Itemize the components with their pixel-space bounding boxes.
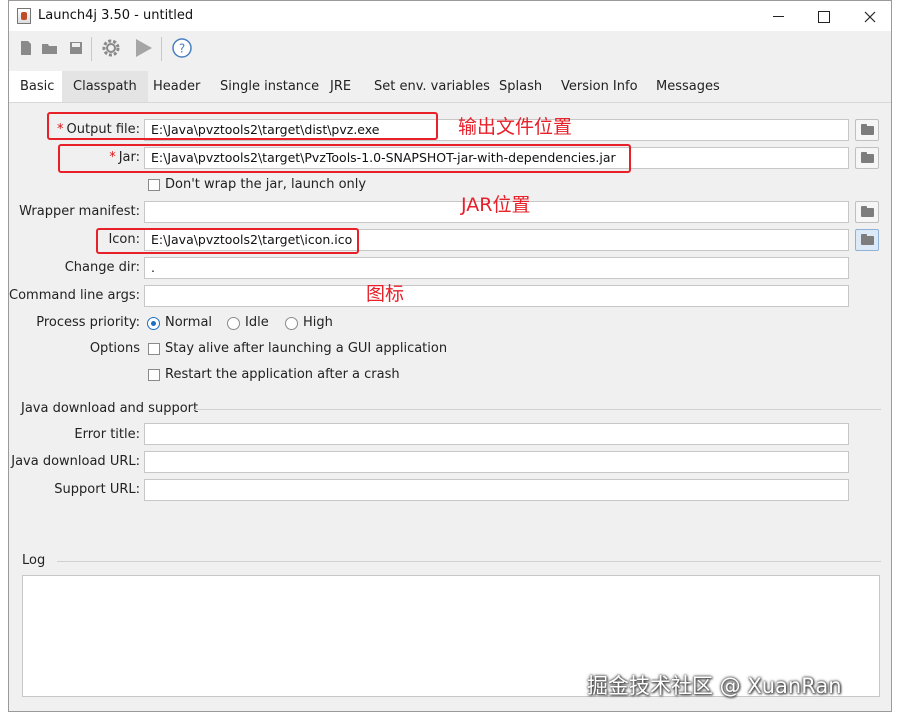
restart-label: Restart the application after a crash <box>165 367 400 382</box>
folder-icon <box>861 124 874 135</box>
priority-high-label: High <box>303 315 333 330</box>
java-app-icon <box>17 8 31 24</box>
tab-set-env-variables[interactable]: Set env. variables <box>363 71 501 102</box>
annotation-icon: 图标 <box>366 283 405 305</box>
java-download-url-field[interactable] <box>144 451 849 473</box>
annotation-output-position: 输出文件位置 <box>458 116 573 138</box>
process-priority-label: Process priority: <box>36 315 140 330</box>
annotation-box-jar <box>58 144 631 173</box>
change-dir-field[interactable]: . <box>144 257 849 279</box>
open-folder-icon <box>42 44 57 54</box>
error-title-label: Error title: <box>74 427 140 442</box>
priority-idle-label: Idle <box>245 315 269 330</box>
window-title: Launch4j 3.50 - untitled <box>38 8 194 23</box>
cmd-args-label: Command line args: <box>9 288 141 303</box>
stay-alive-label: Stay alive after launching a GUI applica… <box>165 341 448 356</box>
save-icon <box>70 42 82 54</box>
toolbar-separator <box>161 37 162 61</box>
output-file-browse-button[interactable] <box>855 119 879 141</box>
dont-wrap-checkbox[interactable] <box>148 179 160 191</box>
wrapper-manifest-browse-button[interactable] <box>855 201 879 223</box>
close-button[interactable] <box>847 1 893 31</box>
annotation-jar-position: JAR位置 <box>461 194 531 216</box>
open-button[interactable] <box>39 37 61 59</box>
settings-gear-icon <box>102 39 120 57</box>
section-divider <box>193 409 881 410</box>
tab-version-info[interactable]: Version Info <box>550 71 649 102</box>
help-icon: ? <box>172 38 192 58</box>
help-button[interactable]: ? <box>171 37 193 59</box>
java-download-url-label: Java download URL: <box>11 454 140 469</box>
new-button[interactable] <box>15 37 37 59</box>
save-button[interactable] <box>65 37 87 59</box>
tab-header[interactable]: Header <box>142 71 211 102</box>
run-play-icon <box>136 39 152 57</box>
build-button[interactable] <box>100 37 122 59</box>
minimize-icon <box>772 16 784 17</box>
tab-bar: Basic Classpath Header Single instance J… <box>9 71 891 103</box>
support-url-label: Support URL: <box>54 482 140 497</box>
annotation-box-icon <box>96 228 359 254</box>
dont-wrap-label: Don't wrap the jar, launch only <box>165 177 367 192</box>
log-section-title: Log <box>22 553 46 568</box>
launch4j-window: Launch4j 3.50 - untitled ? Basic Classpa… <box>8 0 892 712</box>
icon-browse-button[interactable] <box>855 229 879 251</box>
tab-classpath[interactable]: Classpath <box>62 71 148 102</box>
tab-basic[interactable]: Basic <box>9 71 66 102</box>
folder-icon <box>861 234 874 245</box>
tab-jre[interactable]: JRE <box>319 71 362 102</box>
jar-browse-button[interactable] <box>855 147 879 169</box>
restart-checkbox[interactable] <box>148 369 160 381</box>
watermark: 掘金技术社区 @ XuanRan <box>587 674 842 698</box>
error-title-field[interactable] <box>144 423 849 445</box>
maximize-icon <box>818 10 830 23</box>
stay-alive-checkbox[interactable] <box>148 343 160 355</box>
folder-icon <box>861 206 874 217</box>
run-button[interactable] <box>132 37 154 59</box>
section-divider <box>57 561 881 562</box>
minimize-button[interactable] <box>755 1 801 31</box>
folder-icon <box>861 152 874 163</box>
priority-normal-label: Normal <box>165 315 213 330</box>
maximize-button[interactable] <box>801 1 847 31</box>
java-download-section-title: Java download and support <box>21 401 199 416</box>
new-file-icon <box>21 41 31 55</box>
tab-messages[interactable]: Messages <box>645 71 731 102</box>
priority-high-radio[interactable] <box>285 317 298 330</box>
title-bar: Launch4j 3.50 - untitled <box>9 1 891 31</box>
annotation-box-output-file <box>47 112 438 140</box>
cmd-args-field[interactable] <box>144 285 849 307</box>
toolbar: ? <box>9 31 891 67</box>
svg-text:?: ? <box>179 42 185 56</box>
toolbar-separator <box>91 37 92 61</box>
close-icon <box>864 11 876 22</box>
options-label: Options <box>89 341 140 356</box>
tab-splash[interactable]: Splash <box>488 71 553 102</box>
wrapper-manifest-label: Wrapper manifest: <box>19 204 140 219</box>
priority-normal-radio[interactable] <box>147 317 160 330</box>
support-url-field[interactable] <box>144 479 849 501</box>
tab-single-instance[interactable]: Single instance <box>209 71 330 102</box>
priority-idle-radio[interactable] <box>227 317 240 330</box>
change-dir-label: Change dir: <box>64 260 140 275</box>
